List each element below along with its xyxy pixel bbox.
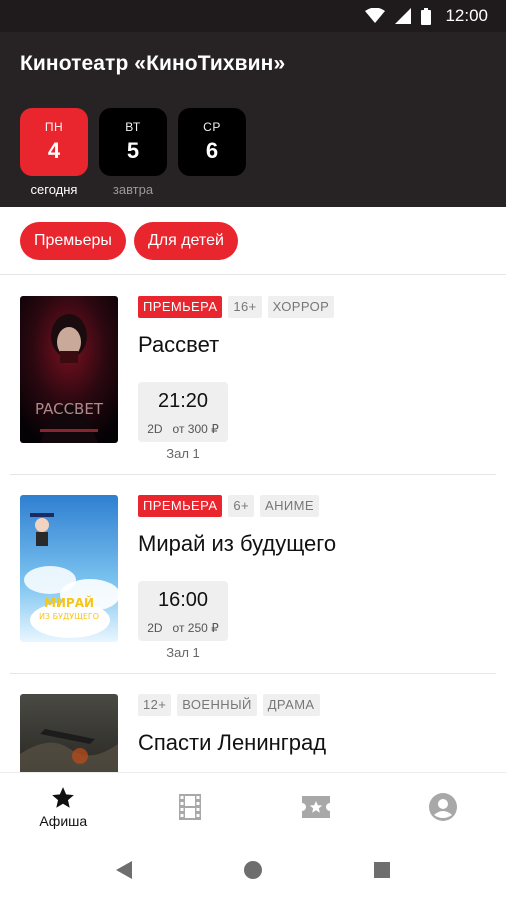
- session: 21:20 2D от 300 ₽ Зал 1: [138, 382, 228, 461]
- movie-title[interactable]: Мирай из будущего: [138, 531, 496, 561]
- signal-icon: [395, 8, 412, 24]
- day-wednesday[interactable]: СР 6: [178, 108, 246, 198]
- movie-card[interactable]: МИРАЙ ИЗ БУДУЩЕГО ПРЕМЬЕРА 6+ АНИМЕ Мира…: [10, 475, 496, 674]
- session-hall: Зал 1: [166, 645, 200, 660]
- movie-card[interactable]: 12+ ВОЕННЫЙ ДРАМА Спасти Ленинград: [10, 674, 496, 772]
- movie-title[interactable]: Спасти Ленинград: [138, 730, 496, 760]
- svg-text:PACCBET: PACCBET: [35, 400, 104, 418]
- bottom-navigation: Афиша: [0, 772, 506, 840]
- genre-badge: ВОЕННЫЙ: [177, 694, 257, 716]
- account-icon: [428, 792, 457, 821]
- session-button[interactable]: 16:00 2D от 250 ₽: [138, 581, 228, 641]
- session-meta: 2D от 300 ₽: [147, 422, 219, 436]
- nav-movies[interactable]: [127, 773, 254, 840]
- nav-afisha-label: Афиша: [39, 812, 88, 829]
- movie-title[interactable]: Рассвет: [138, 332, 496, 362]
- filter-premieres-chip[interactable]: Премьеры: [20, 221, 126, 260]
- day-name: ВТ: [125, 120, 141, 134]
- home-icon: [243, 861, 262, 879]
- filter-bar: Премьеры Для детей: [0, 207, 506, 275]
- nav-afisha[interactable]: Афиша: [0, 773, 127, 840]
- day-name: СР: [203, 120, 221, 134]
- nav-tickets[interactable]: [253, 773, 380, 840]
- star-icon: [52, 786, 75, 808]
- movie-poster[interactable]: МИРАЙ ИЗ БУДУЩЕГО: [20, 495, 118, 642]
- age-rating-badge: 6+: [228, 495, 255, 517]
- filter-kids-chip[interactable]: Для детей: [133, 221, 238, 260]
- day-box[interactable]: ВТ 5: [99, 108, 167, 176]
- movie-tags: ПРЕМЬЕРА 6+ АНИМЕ: [138, 495, 496, 517]
- system-navigation: [0, 840, 506, 900]
- day-number: 6: [205, 138, 219, 163]
- session-hall: Зал 1: [166, 446, 200, 461]
- genre-badge: АНИМЕ: [260, 495, 319, 517]
- battery-icon: [421, 7, 432, 25]
- session-time: 16:00: [157, 589, 209, 611]
- movie-poster[interactable]: PACCBET: [20, 296, 118, 443]
- wifi-icon: [365, 8, 386, 23]
- session-price: от 250 ₽: [172, 621, 219, 635]
- day-monday[interactable]: ПН 4 сегодня: [20, 108, 88, 198]
- day-name: ПН: [44, 120, 64, 134]
- movie-tags: 12+ ВОЕННЫЙ ДРАМА: [138, 694, 496, 716]
- session-price: от 300 ₽: [172, 422, 219, 436]
- page-title: Кинотеатр «КиноТихвин»: [20, 52, 286, 75]
- genre-badge: ДРАМА: [262, 694, 320, 716]
- recents-icon: [373, 862, 390, 878]
- movie-tags: ПРЕМЬЕРА 16+ ХОРРОР: [138, 296, 496, 318]
- film-icon: [178, 793, 201, 820]
- day-tuesday[interactable]: ВТ 5 завтра: [99, 108, 167, 198]
- movie-info: ПРЕМЬЕРА 16+ ХОРРОР Рассвет 21:20 2D от …: [138, 296, 496, 461]
- movie-poster[interactable]: [20, 694, 118, 772]
- day-number: 4: [47, 138, 61, 163]
- movie-info: 12+ ВОЕННЫЙ ДРАМА Спасти Ленинград: [138, 694, 496, 760]
- header: Кинотеатр «КиноТихвин» ПН 4 сегодня ВТ 5…: [0, 32, 506, 207]
- ticket-icon: [302, 795, 331, 818]
- session-time: 21:20: [157, 390, 209, 412]
- recents-button[interactable]: [362, 850, 402, 890]
- session-format: 2D: [147, 422, 163, 436]
- genre-badge: ХОРРОР: [267, 296, 335, 318]
- status-time: 12:00: [445, 6, 488, 25]
- session-format: 2D: [147, 621, 163, 635]
- day-note: завтра: [112, 182, 154, 197]
- back-button[interactable]: [104, 850, 144, 890]
- svg-text:ИЗ БУДУЩЕГО: ИЗ БУДУЩЕГО: [39, 612, 99, 621]
- movie-card[interactable]: PACCBET ПРЕМЬЕРА 16+ ХОРРОР Рассвет 21:2…: [10, 276, 496, 475]
- day-note: сегодня: [30, 182, 78, 197]
- session-meta: 2D от 250 ₽: [147, 621, 219, 635]
- status-bar: 12:00: [0, 0, 506, 32]
- age-rating-badge: 12+: [138, 694, 172, 716]
- movie-info: ПРЕМЬЕРА 6+ АНИМЕ Мирай из будущего 16:0…: [138, 495, 496, 660]
- age-rating-badge: 16+: [228, 296, 262, 318]
- session: 16:00 2D от 250 ₽ Зал 1: [138, 581, 228, 660]
- home-button[interactable]: [233, 850, 273, 890]
- day-selector: ПН 4 сегодня ВТ 5 завтра СР 6: [20, 108, 246, 198]
- day-box[interactable]: СР 6: [178, 108, 246, 176]
- svg-text:МИРАЙ: МИРАЙ: [44, 595, 94, 610]
- day-box[interactable]: ПН 4: [20, 108, 88, 176]
- session-button[interactable]: 21:20 2D от 300 ₽: [138, 382, 228, 442]
- back-icon: [116, 861, 133, 879]
- premiere-badge: ПРЕМЬЕРА: [138, 495, 223, 517]
- day-number: 5: [126, 138, 140, 163]
- premiere-badge: ПРЕМЬЕРА: [138, 296, 223, 318]
- nav-profile[interactable]: [380, 773, 506, 840]
- movie-list[interactable]: PACCBET ПРЕМЬЕРА 16+ ХОРРОР Рассвет 21:2…: [0, 276, 506, 772]
